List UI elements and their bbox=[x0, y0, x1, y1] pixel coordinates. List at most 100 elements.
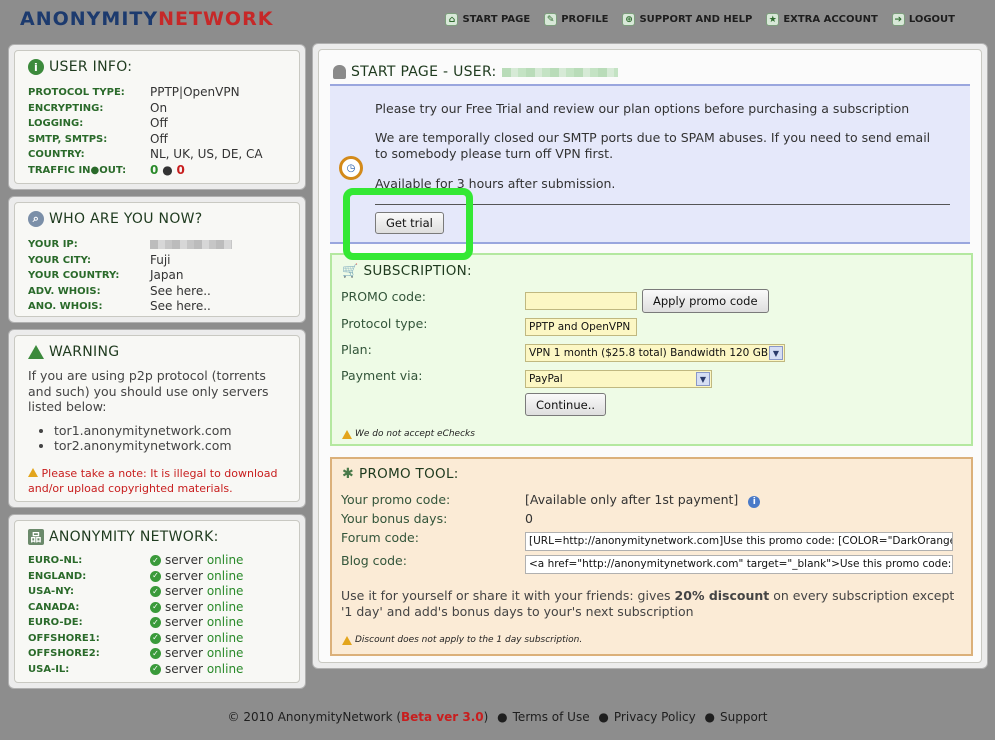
ip-value-redacted bbox=[150, 237, 232, 253]
star-icon: ★ bbox=[766, 13, 780, 26]
check-icon: ✓ bbox=[150, 570, 161, 582]
encrypting-value: On bbox=[150, 100, 168, 115]
payment-select-value: PayPal bbox=[529, 373, 563, 385]
warning-box: WARNING If you are using p2p protocol (t… bbox=[8, 329, 306, 508]
nav-label: PROFILE bbox=[561, 14, 609, 25]
network-title-text: ANONYMITY NETWORK: bbox=[49, 529, 219, 545]
server-status: ✓ server online bbox=[150, 584, 243, 600]
check-icon: ✓ bbox=[150, 632, 161, 644]
warning-icon bbox=[28, 345, 44, 359]
promo-tool-panel: ✱ PROMO TOOL: Your promo code: [Availabl… bbox=[330, 457, 973, 656]
logging-value: Off bbox=[150, 116, 168, 130]
city-value: Fuji bbox=[150, 252, 171, 267]
echeck-note: We do not accept eChecks bbox=[342, 429, 475, 439]
network-icon: 品 bbox=[28, 529, 44, 545]
adv-whois-link[interactable]: See here.. bbox=[150, 284, 211, 300]
beta-label: Beta ver 3.0 bbox=[401, 710, 484, 724]
who-title-text: WHO ARE YOU NOW? bbox=[49, 211, 203, 227]
promo-tool-title: ✱ PROMO TOOL: bbox=[342, 466, 459, 482]
check-icon: ✓ bbox=[150, 555, 161, 566]
warning-title-text: WARNING bbox=[49, 344, 120, 360]
protocol-type-field: PPTP and OpenVPN bbox=[525, 318, 637, 336]
warning-text: If you are using p2p protocol (torrents … bbox=[28, 368, 269, 414]
server-status: ✓ server online bbox=[150, 569, 243, 585]
copyright-note: Please take a note: It is illegal to dow… bbox=[28, 466, 290, 496]
server-item: tor1.anonymitynetwork.com bbox=[54, 423, 290, 439]
page-title: START PAGE - USER: bbox=[333, 64, 618, 80]
forum-code-field[interactable]: [URL=http://anonymitynetwork.com]Use thi… bbox=[525, 532, 953, 551]
server-status: ✓ server online bbox=[150, 662, 243, 678]
warning-icon bbox=[342, 429, 352, 439]
subscription-title: 🛒 SUBSCRIPTION: bbox=[342, 263, 472, 279]
warning-icon bbox=[342, 635, 352, 645]
check-icon: ✓ bbox=[150, 648, 161, 659]
server-name: EURO-DE: bbox=[28, 617, 83, 628]
username-redacted bbox=[501, 67, 618, 77]
your-promo-code-value: [Available only after 1st payment] i bbox=[525, 492, 761, 508]
traffic-label: TRAFFIC IN●OUT: bbox=[28, 164, 127, 176]
ano-whois-link[interactable]: See here.. bbox=[150, 299, 211, 315]
page-title-text: START PAGE - USER: bbox=[351, 64, 497, 80]
alarm-clock-icon: ◷ bbox=[339, 156, 363, 180]
magnifier-icon: ⌕ bbox=[28, 211, 44, 227]
promo-code-input[interactable] bbox=[525, 292, 637, 310]
payment-label: Payment via: bbox=[341, 368, 423, 383]
continue-button[interactable]: Continue.. bbox=[525, 393, 607, 416]
check-icon: ✓ bbox=[150, 601, 161, 613]
plan-select-value: VPN 1 month ($25.8 total) Bandwidth 120 … bbox=[529, 347, 769, 359]
discount-note-text: Discount does not apply to the 1 day sub… bbox=[355, 635, 583, 645]
country-label: COUNTRY: bbox=[28, 149, 85, 160]
blog-code-field[interactable]: <a href="http://anonymitynetwork.com" ta… bbox=[525, 555, 953, 574]
top-nav: ⌂ START PAGE ✎ PROFILE ⊕ SUPPORT AND HELP ★… bbox=[445, 13, 955, 26]
highlight-box bbox=[343, 188, 473, 260]
encrypting-label: ENCRYPTING: bbox=[28, 102, 104, 114]
nav-extra-account[interactable]: ★ EXTRA ACCOUNT bbox=[766, 13, 878, 26]
who-are-you-box: ⌕ WHO ARE YOU NOW? YOUR IP: YOUR CITY: Fu… bbox=[8, 196, 306, 323]
server-item: tor2.anonymitynetwork.com bbox=[54, 438, 290, 454]
echeck-note-text: We do not accept eChecks bbox=[355, 429, 475, 439]
top-bar: ANONYMITYNETWORK ⌂ START PAGE ✎ PROFILE ⊕ S… bbox=[0, 0, 995, 42]
logo[interactable]: ANONYMITYNETWORK bbox=[20, 8, 273, 30]
plan-select[interactable]: VPN 1 month ($25.8 total) Bandwidth 120 … bbox=[525, 344, 785, 362]
support-link[interactable]: Support bbox=[720, 710, 767, 724]
nav-profile[interactable]: ✎ PROFILE bbox=[544, 13, 608, 26]
terms-link[interactable]: Terms of Use bbox=[513, 710, 590, 724]
server-name: USA-IL: bbox=[28, 663, 70, 675]
nav-label: SUPPORT AND HELP bbox=[639, 14, 753, 25]
protocol-type-label: Protocol type: bbox=[341, 316, 428, 331]
ano-whois-label: ANO. WHOIS: bbox=[28, 301, 103, 312]
warning-icon bbox=[28, 467, 38, 477]
apply-promo-button[interactable]: Apply promo code bbox=[642, 289, 769, 313]
nav-logout[interactable]: ➔ LOGOUT bbox=[891, 13, 955, 26]
nav-start-page[interactable]: ⌂ START PAGE bbox=[445, 13, 530, 26]
server-name: OFFSHORE1: bbox=[28, 632, 100, 644]
check-icon: ✓ bbox=[150, 617, 161, 628]
check-icon: ✓ bbox=[150, 586, 161, 597]
user-info-title: i USER INFO: bbox=[28, 59, 290, 75]
privacy-link[interactable]: Privacy Policy bbox=[614, 710, 696, 724]
nav-support[interactable]: ⊕ SUPPORT AND HELP bbox=[622, 13, 752, 26]
country-label: YOUR COUNTRY: bbox=[28, 270, 120, 281]
info-icon: i bbox=[28, 59, 44, 75]
nav-label: EXTRA ACCOUNT bbox=[783, 14, 878, 25]
server-status: ✓ server online bbox=[150, 646, 243, 662]
payment-select[interactable]: PayPal ▼ bbox=[525, 370, 712, 388]
traffic-out: 0 bbox=[176, 162, 185, 177]
server-status: ✓ server online bbox=[150, 615, 243, 631]
check-icon: ✓ bbox=[150, 663, 161, 675]
discount-note: Discount does not apply to the 1 day sub… bbox=[342, 635, 582, 645]
your-promo-code-label: Your promo code: bbox=[341, 492, 451, 507]
logo-text-network: NETWORK bbox=[158, 8, 274, 30]
server-list: tor1.anonymitynetwork.com tor2.anonymity… bbox=[54, 423, 290, 454]
exit-icon: ➔ bbox=[891, 13, 905, 26]
subscription-title-text: SUBSCRIPTION: bbox=[363, 263, 472, 279]
home-icon: ⌂ bbox=[445, 13, 459, 26]
country-value: NL, UK, US, DE, CA bbox=[150, 147, 263, 161]
protocol-type-label: PROTOCOL TYPE: bbox=[28, 87, 125, 98]
smtp-notice: We are temporally closed our SMTP ports … bbox=[375, 130, 931, 161]
warning-title: WARNING bbox=[28, 344, 290, 360]
info-icon[interactable]: i bbox=[748, 496, 761, 508]
cart-icon: 🛒 bbox=[342, 263, 359, 279]
server-name: CANADA: bbox=[28, 601, 80, 613]
chevron-down-icon: ▼ bbox=[696, 372, 710, 386]
